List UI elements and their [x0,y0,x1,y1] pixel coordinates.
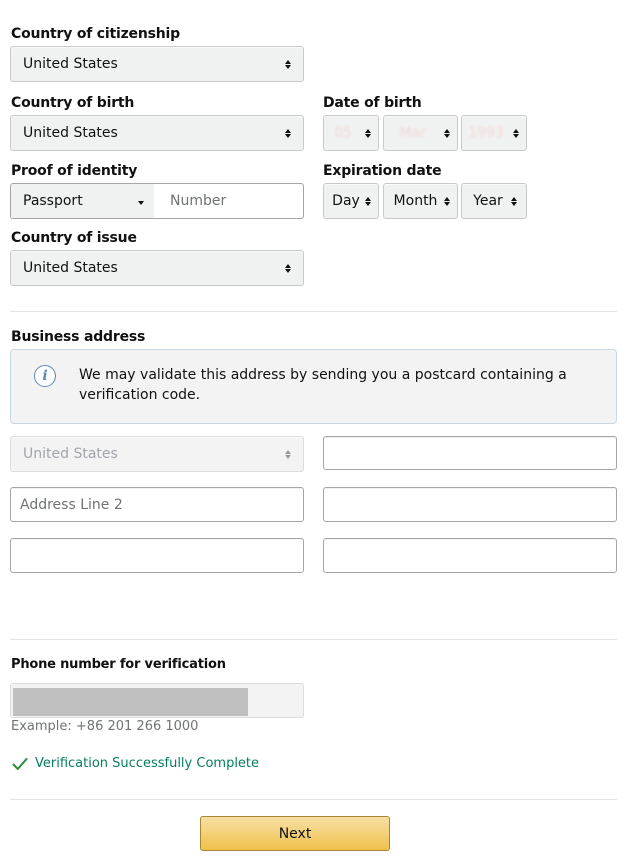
phone-label: Phone number for verification [11,657,226,672]
state-input[interactable] [10,538,304,573]
checkmark-icon [12,757,28,770]
dob-year-select[interactable]: 1993 [461,115,527,151]
proof-of-identity-group: Passport Number [10,183,304,219]
updown-arrow-icon [441,196,453,206]
birth-country-select[interactable]: United States [10,115,304,151]
updown-arrow-icon [508,196,520,206]
dob-day-value: 05 [334,125,352,141]
id-number-input[interactable]: Number [154,184,303,218]
id-number-placeholder: Number [170,193,227,209]
updown-arrow-icon [441,128,453,138]
exp-year-value: Year [473,193,503,209]
updown-arrow-icon [279,263,297,273]
birth-country-label: Country of birth [11,95,135,111]
info-icon: i [34,365,56,387]
citizenship-select[interactable]: United States [10,46,304,82]
exp-day-select[interactable]: Day [323,183,379,219]
exp-month-select[interactable]: Month [383,183,458,219]
section-divider [10,639,617,640]
verification-status: Verification Successfully Complete [12,756,259,771]
updown-arrow-icon [279,128,297,138]
exp-day-value: Day [332,193,360,209]
address-line-1-input[interactable] [323,436,617,470]
phone-example-hint: Example: +86 201 266 1000 [11,719,199,734]
city-input[interactable] [323,487,617,522]
redacted-phone-number [13,688,248,716]
address-country-value: United States [23,446,118,462]
citizenship-value: United States [23,56,118,72]
info-alert-text: We may validate this address by sending … [79,367,567,403]
section-divider [10,311,617,312]
business-address-label: Business address [11,329,146,345]
dob-day-select[interactable]: 05 [323,115,379,151]
address-country-select[interactable]: United States [10,436,304,472]
id-type-select[interactable]: Passport [11,184,154,218]
address-line-2-input[interactable]: Address Line 2 [10,487,304,522]
country-of-issue-label: Country of issue [11,230,137,246]
caret-down-icon [138,200,144,205]
citizenship-label: Country of citizenship [11,26,180,42]
exp-year-select[interactable]: Year [461,183,527,219]
section-divider [10,799,617,800]
dob-label: Date of birth [323,95,422,111]
dob-month-value: Mar [399,125,426,141]
updown-arrow-icon [279,59,297,69]
next-button[interactable]: Next [200,816,390,851]
info-alert-box: i We may validate this address by sendin… [10,349,617,424]
updown-arrow-icon [362,128,374,138]
updown-arrow-icon [279,449,297,459]
dob-month-select[interactable]: Mar [383,115,458,151]
address-line-2-placeholder: Address Line 2 [20,496,123,513]
expiration-label: Expiration date [323,163,442,179]
id-type-value: Passport [23,193,83,209]
birth-country-value: United States [23,125,118,141]
country-of-issue-value: United States [23,260,118,276]
updown-arrow-icon [510,128,522,138]
phone-input[interactable] [10,683,304,718]
postal-code-input[interactable] [323,538,617,573]
proof-of-identity-label: Proof of identity [11,163,138,179]
dob-year-value: 1993 [468,125,504,141]
updown-arrow-icon [362,196,374,206]
verification-status-text: Verification Successfully Complete [35,756,260,771]
country-of-issue-select[interactable]: United States [10,250,304,286]
exp-month-value: Month [393,193,438,209]
